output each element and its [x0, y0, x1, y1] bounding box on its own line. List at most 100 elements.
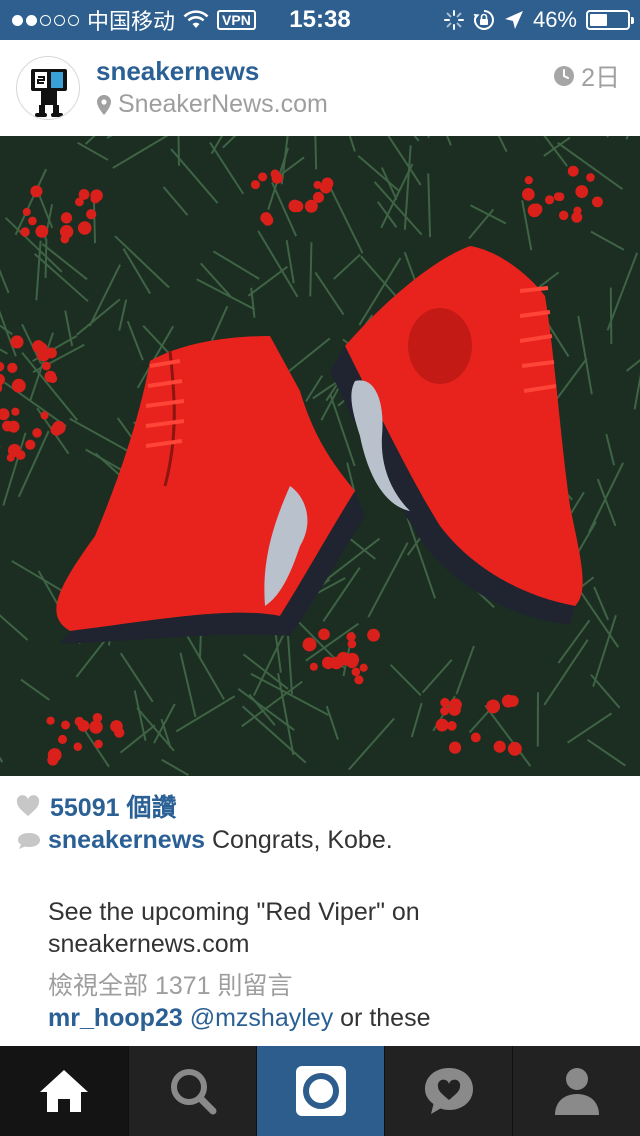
post-location[interactable]: SneakerNews.com: [96, 90, 328, 119]
berry: [351, 667, 361, 677]
grass-blade: [92, 196, 97, 244]
berry: [522, 188, 535, 201]
avatar[interactable]: [16, 56, 80, 120]
status-bar: 中国移动 VPN 15:38 46%: [0, 0, 640, 40]
berry: [435, 718, 449, 732]
berry: [20, 227, 30, 237]
status-right: 46%: [443, 0, 634, 40]
grass-blade: [44, 238, 48, 278]
caption-body-line-2[interactable]: sneakernews.com: [48, 928, 608, 960]
berry: [270, 169, 280, 179]
activity-heart-bubble-icon: [424, 1068, 473, 1114]
berry: [288, 199, 302, 213]
berry: [44, 370, 57, 383]
berry: [486, 699, 501, 714]
berry: [567, 165, 579, 177]
tab-profile[interactable]: [512, 1046, 640, 1136]
grass-blade: [314, 136, 318, 170]
post-username[interactable]: sneakernews: [96, 56, 259, 87]
berry: [52, 420, 66, 435]
berry: [544, 195, 555, 205]
time-ago-label: 2日: [581, 64, 620, 92]
berry: [40, 411, 49, 420]
berry: [493, 740, 506, 753]
tab-search[interactable]: [128, 1046, 256, 1136]
berry: [25, 439, 36, 450]
berry: [575, 185, 589, 198]
likes-count[interactable]: 55091 個讚: [50, 788, 177, 824]
heart-icon: [16, 795, 40, 816]
berry: [6, 453, 15, 462]
comment-text: or these: [340, 1004, 431, 1032]
view-all-comments-link[interactable]: 檢視全部 1371 則留言: [48, 966, 293, 1002]
berry: [42, 361, 51, 371]
berry: [347, 639, 357, 649]
post-meta: 55091 個讚 sneakernews Congrats, Kobe. See…: [0, 776, 640, 1046]
tab-activity[interactable]: [384, 1046, 512, 1136]
grass-blade: [177, 136, 180, 166]
berry: [354, 675, 364, 685]
home-icon: [40, 1070, 88, 1112]
berry: [258, 172, 268, 182]
berry: [90, 193, 101, 204]
berry: [47, 748, 62, 762]
post-time: 2日: [553, 58, 620, 94]
berry: [22, 207, 31, 216]
berry: [304, 199, 318, 213]
berry: [7, 420, 20, 433]
likes-row[interactable]: 55091 個讚: [16, 788, 177, 824]
berry: [46, 716, 55, 725]
profile-icon: [554, 1068, 599, 1115]
berry: [46, 347, 57, 359]
berry: [440, 697, 450, 708]
caption-line: sneakernews Congrats, Kobe.: [48, 826, 393, 855]
berry: [573, 206, 582, 215]
berry: [359, 663, 368, 672]
berry: [77, 719, 90, 732]
berry: [309, 662, 318, 671]
berry: [558, 210, 569, 221]
battery-icon: [586, 10, 634, 30]
berry: [507, 741, 522, 756]
berry: [524, 175, 533, 185]
berry: [321, 656, 335, 670]
berry: [367, 628, 380, 642]
comment-username[interactable]: mr_hoop23: [48, 1004, 183, 1032]
clock-icon: [554, 66, 575, 86]
berry: [302, 637, 317, 652]
caption-username[interactable]: sneakernews: [48, 826, 205, 854]
berry: [507, 695, 519, 707]
comment-item: mr_hoop23 @mzshayley or these: [48, 1004, 431, 1033]
berry: [73, 742, 83, 752]
berry: [57, 734, 68, 745]
berry: [15, 450, 26, 460]
berry: [61, 720, 70, 730]
berry: [86, 209, 97, 220]
grass-blade: [609, 287, 613, 344]
berry: [592, 196, 603, 208]
red-sneakers-photo: [0, 136, 640, 776]
berry: [319, 181, 332, 194]
tab-bar: [0, 1046, 640, 1136]
location-label: SneakerNews.com: [118, 90, 328, 118]
berry: [78, 189, 90, 200]
loading-spinner-icon: [443, 10, 464, 30]
sneakernews-logo-icon: [31, 69, 67, 117]
caption-text: Congrats, Kobe.: [212, 826, 393, 854]
comment-mention[interactable]: @mzshayley: [190, 1004, 333, 1032]
berry: [440, 706, 450, 716]
tab-camera[interactable]: [256, 1046, 384, 1136]
tab-home[interactable]: [0, 1046, 128, 1136]
search-icon: [170, 1069, 216, 1115]
berry: [60, 234, 70, 244]
berry: [250, 180, 260, 190]
berry: [94, 739, 103, 749]
camera-icon: [295, 1066, 346, 1116]
berry: [7, 362, 18, 373]
berry: [35, 224, 49, 238]
post-photo[interactable]: [0, 136, 640, 776]
berry: [89, 720, 103, 734]
location-arrow-icon: [504, 11, 523, 29]
berry: [318, 628, 330, 641]
berry: [10, 335, 24, 349]
